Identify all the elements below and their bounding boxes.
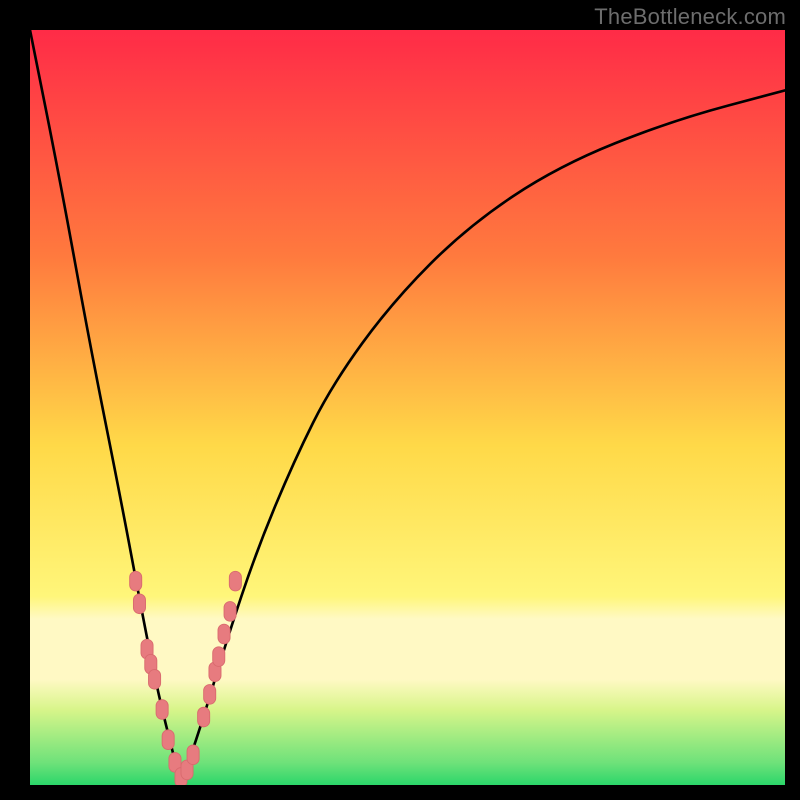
curve-marker	[224, 602, 236, 622]
curve-marker	[218, 624, 230, 644]
chart-frame: TheBottleneck.com	[0, 0, 800, 800]
curve-marker	[162, 730, 174, 750]
curve-marker	[187, 745, 199, 765]
watermark-text: TheBottleneck.com	[594, 4, 786, 30]
curve-marker	[156, 700, 168, 720]
curve-marker	[229, 571, 241, 591]
curve-marker	[133, 594, 145, 614]
curve-marker	[149, 669, 161, 689]
curve-marker	[130, 571, 142, 591]
curve-marker	[204, 685, 216, 705]
curve-marker	[198, 707, 210, 727]
plot-area	[30, 30, 785, 785]
marker-group	[130, 571, 242, 785]
curve-layer	[30, 30, 785, 785]
curve-marker	[213, 647, 225, 667]
bottleneck-curve	[30, 30, 785, 779]
